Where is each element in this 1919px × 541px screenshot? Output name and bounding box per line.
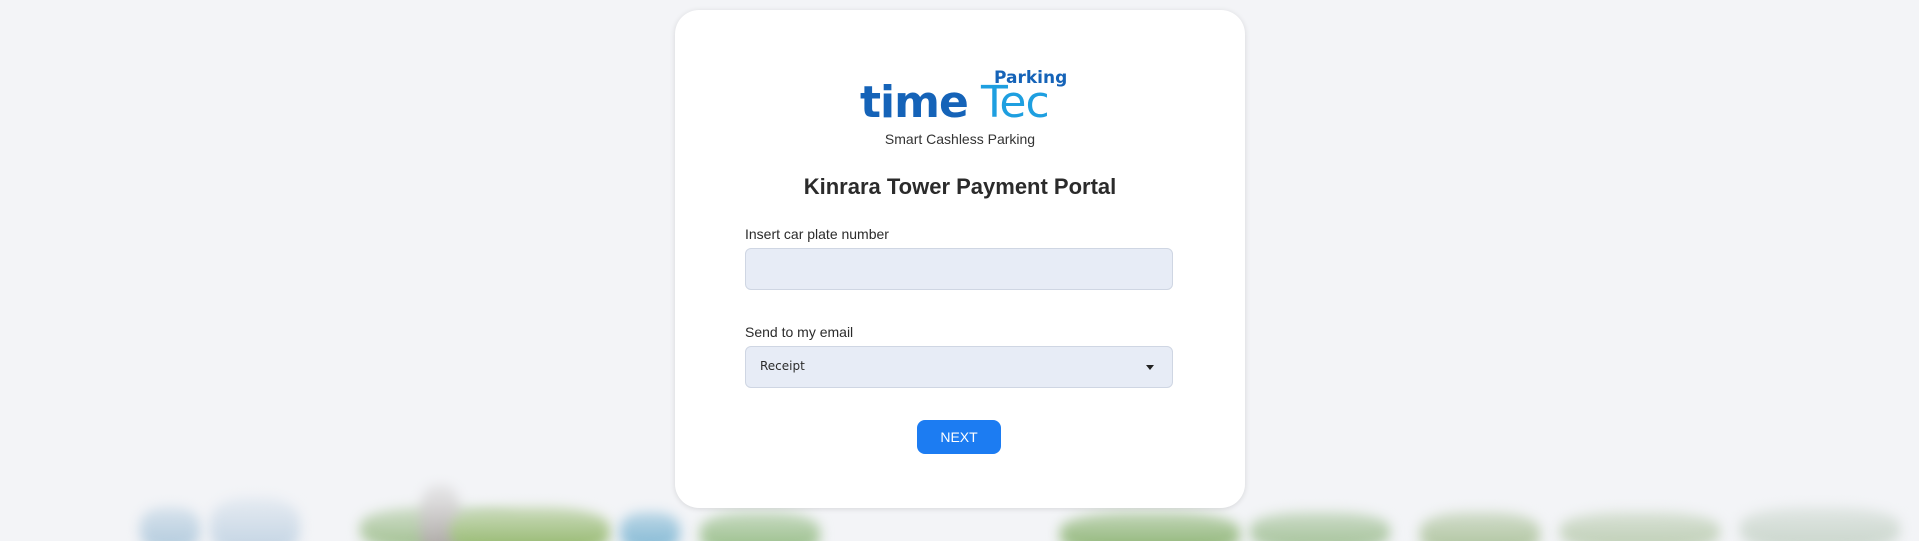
plate-number-field[interactable]	[745, 248, 1173, 290]
email-option-value: Receipt	[760, 359, 805, 373]
logo-tagline: Smart Cashless Parking	[884, 131, 1036, 147]
page-title: Kinrara Tower Payment Portal	[803, 174, 1117, 199]
next-button[interactable]: NEXT	[917, 420, 1001, 454]
plate-number-input[interactable]	[746, 249, 1172, 289]
logo-wordmark: time Tec Parking	[860, 68, 1067, 128]
timetec-parking-logo: time Tec Parking Smart Cashless Parking	[675, 68, 1245, 148]
plate-number-label: Insert car plate number	[745, 226, 889, 242]
email-option-label: Send to my email	[745, 324, 854, 340]
email-option-select[interactable]: Receipt	[745, 346, 1173, 388]
logo-word-parking: Parking	[994, 68, 1068, 88]
logo-word-time: time	[860, 77, 969, 128]
payment-card: time Tec Parking Smart Cashless Parking …	[675, 10, 1245, 508]
caret-down-icon	[1146, 365, 1154, 370]
